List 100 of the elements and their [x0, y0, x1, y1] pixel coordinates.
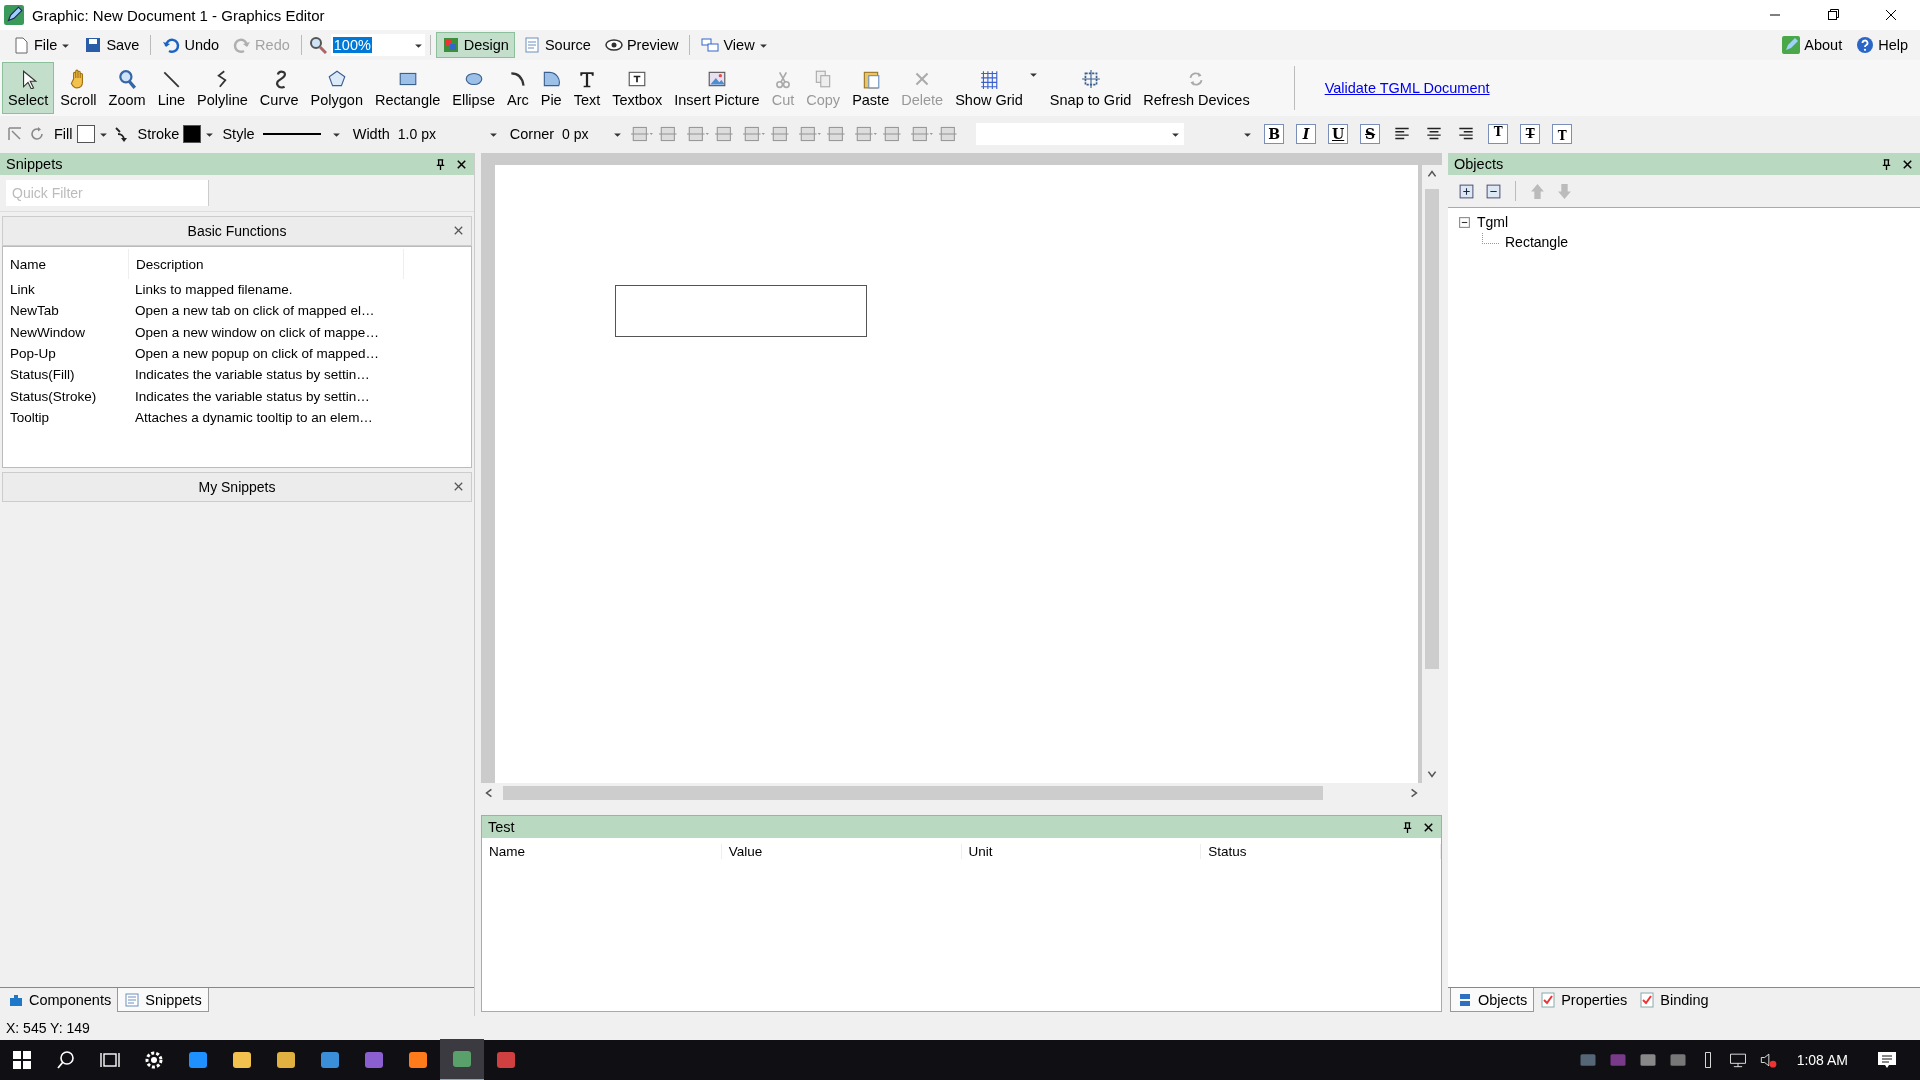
column-header[interactable]: Description	[129, 249, 404, 279]
toolbar-button[interactable]: Preview	[598, 32, 685, 58]
text-style-button[interactable]: B	[1264, 124, 1285, 144]
tool-button[interactable]: Arc	[500, 62, 535, 114]
width-label: Width	[352, 126, 390, 142]
tool-button[interactable]: Ellipse	[446, 62, 501, 114]
toolbar-button[interactable]: Design	[435, 32, 515, 58]
tool-button[interactable]: Pie	[534, 62, 568, 114]
tool-button[interactable]: Scroll	[54, 62, 103, 114]
tool-button[interactable]: Rectangle	[368, 62, 447, 114]
document-list-icon	[124, 991, 141, 1008]
column-header[interactable]: Value	[721, 843, 962, 859]
tool-button[interactable]: Show Grid	[949, 62, 1029, 114]
design-icon	[441, 36, 460, 54]
collapse-all-icon[interactable]	[1485, 182, 1502, 200]
table-cell-text: Open a new popup on click of mapped…	[134, 346, 380, 362]
table-cell-text: Open a new tab on click of mapped el…	[134, 303, 376, 319]
text-position-button[interactable]: T	[1552, 124, 1573, 144]
window-title: Graphic: New Document 1 - Graphics Editor	[32, 6, 325, 24]
tool-button[interactable]: Snap to Grid	[1043, 62, 1138, 114]
validate-link[interactable]: Validate TGML Document	[1324, 80, 1490, 96]
text-style-button[interactable]: U	[1328, 124, 1349, 144]
eye-icon	[604, 36, 623, 54]
checked-document-icon	[1540, 992, 1557, 1008]
toolbar-button[interactable]: Source	[516, 32, 597, 58]
panel-tab[interactable]: Snippets	[117, 988, 209, 1012]
panel-tab[interactable]: Objects	[1450, 988, 1535, 1012]
close-icon[interactable]	[452, 224, 465, 237]
taskbar-clock[interactable]: 1:08 AM	[1796, 1052, 1848, 1068]
toolbar-button[interactable]: Help	[1850, 32, 1914, 58]
magnifier-icon	[117, 68, 138, 89]
text-position-button[interactable]: T	[1520, 124, 1541, 144]
expand-all-icon[interactable]	[1458, 182, 1475, 200]
tool-button[interactable]: Select	[2, 62, 55, 114]
zoom-field[interactable]: 100%	[330, 34, 425, 56]
panel-title: Snippets	[6, 156, 63, 172]
vertical-scrollbar[interactable]	[1422, 165, 1442, 783]
tree-toggle-icon[interactable]	[1458, 215, 1471, 229]
close-icon[interactable]	[452, 480, 465, 493]
style-label: Style	[222, 126, 255, 142]
rectangle-shape[interactable]	[615, 285, 867, 337]
pencil-icon	[1782, 36, 1801, 54]
tool-button[interactable]: Zoom	[102, 62, 152, 114]
tool-button[interactable]: Polyline	[191, 62, 254, 114]
group-title[interactable]: My Snippets	[198, 479, 276, 495]
table-cell-text: Status(Stroke)	[9, 388, 98, 404]
stroke-color-swatch[interactable]	[183, 125, 202, 143]
column-header[interactable]: Status	[1201, 843, 1441, 859]
tool-button[interactable]: Paste	[846, 62, 896, 114]
windows-icon	[701, 36, 720, 54]
pin-icon[interactable]	[1401, 820, 1414, 834]
help-icon	[1856, 36, 1875, 54]
panel-tab[interactable]: Components	[2, 988, 118, 1012]
table-cell-text: NewTab	[9, 303, 60, 319]
toolbar-button[interactable]: Save	[78, 32, 146, 58]
pointer-icon[interactable]	[6, 125, 24, 143]
tool-button[interactable]: Insert Picture	[668, 62, 766, 114]
text-position-button[interactable]: T	[1488, 124, 1509, 144]
panel-title: Objects	[1454, 156, 1504, 172]
tool-button[interactable]: Polygon	[304, 62, 369, 114]
column-header[interactable]: Unit	[961, 843, 1202, 859]
puzzle-icon	[8, 992, 24, 1008]
toolbar-button[interactable]: Undo	[156, 32, 226, 58]
corner-dropdown[interactable]: 0 px	[558, 123, 627, 145]
text-style-button[interactable]: I	[1296, 124, 1317, 144]
tree-item[interactable]: Tgml	[1477, 214, 1509, 230]
tool-button[interactable]: Line	[151, 62, 192, 114]
checked-document-icon	[1639, 992, 1656, 1008]
toolbar-button[interactable]: About	[1776, 32, 1849, 58]
pin-icon[interactable]	[1880, 157, 1893, 171]
table-cell-text: Open a new window on click of mappe…	[134, 324, 380, 340]
tool-button[interactable]: Curve	[253, 62, 305, 114]
panel-title: Test	[488, 819, 515, 835]
toolbar-button[interactable]: View	[695, 32, 774, 58]
tree-item[interactable]: Rectangle	[1505, 234, 1569, 250]
rotate-icon[interactable]	[28, 125, 46, 143]
quick-filter-field[interactable]: Quick Filter	[6, 180, 209, 206]
grid-icon	[979, 68, 999, 89]
panel-tab[interactable]: Binding	[1633, 988, 1715, 1012]
column-header[interactable]: Name	[482, 843, 722, 859]
close-icon[interactable]	[1901, 157, 1914, 171]
table-cell-text: Attaches a dynamic tooltip to an elem…	[134, 409, 374, 425]
close-icon[interactable]	[1422, 820, 1435, 834]
toolbar-button[interactable]: File	[6, 32, 77, 58]
stacked-blocks-icon	[1457, 991, 1473, 1008]
panel-tab[interactable]: Properties	[1534, 988, 1634, 1012]
tool-button[interactable]: Refresh Devices	[1137, 62, 1256, 114]
tool-button[interactable]: Textbox	[606, 62, 669, 114]
fill-label: Fill	[54, 126, 73, 142]
tool-button[interactable]: Text	[567, 62, 607, 114]
pencil-app-icon	[4, 5, 24, 25]
column-header[interactable]: Name	[3, 249, 129, 279]
width-dropdown[interactable]: 1.0 px	[393, 123, 502, 145]
dropdown-arrow-icon[interactable]	[1028, 70, 1038, 79]
pin-icon[interactable]	[434, 157, 447, 171]
corner-label: Corner	[509, 126, 555, 142]
fill-color-swatch[interactable]	[76, 125, 95, 143]
close-icon[interactable]	[455, 157, 468, 171]
text-style-button[interactable]: S	[1360, 124, 1381, 144]
group-title[interactable]: Basic Functions	[187, 223, 287, 239]
